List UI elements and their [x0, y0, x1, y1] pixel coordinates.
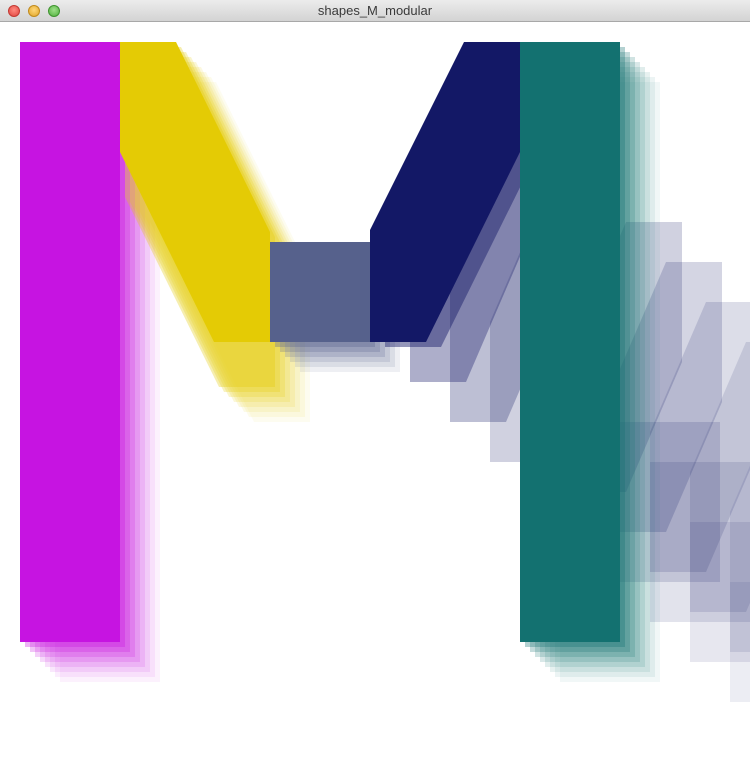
m-center-block	[270, 242, 370, 342]
drawing-canvas	[0, 22, 750, 770]
m-artwork	[20, 42, 750, 702]
title-bar[interactable]: shapes_M_modular	[0, 0, 750, 22]
m-right-stem	[520, 42, 620, 642]
app-window: shapes_M_modular	[0, 0, 750, 770]
window-title: shapes_M_modular	[317, 3, 433, 18]
m-left-stem	[20, 42, 120, 642]
